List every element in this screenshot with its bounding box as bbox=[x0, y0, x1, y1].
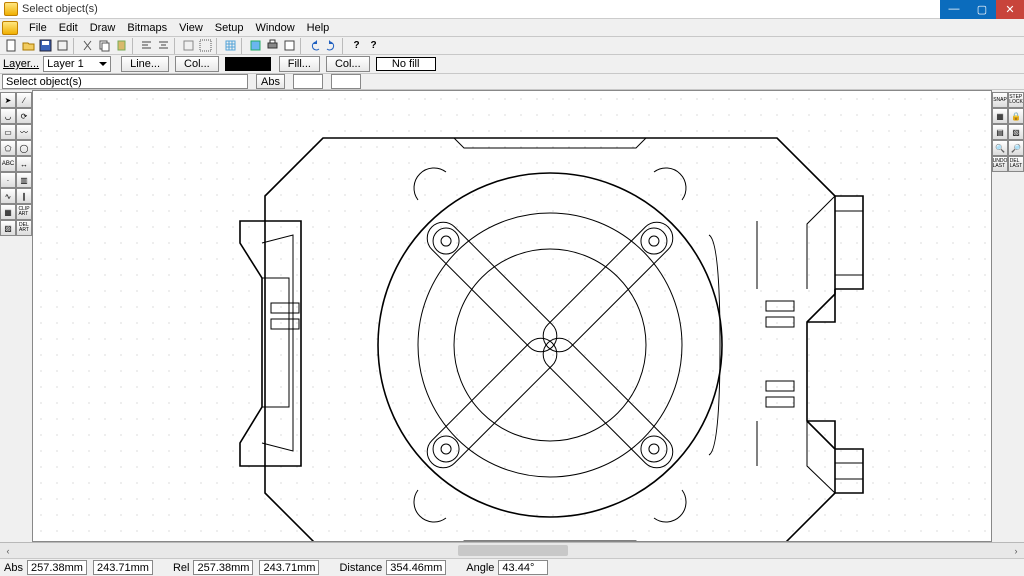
misc-tool[interactable]: ▨ bbox=[0, 220, 16, 236]
layer-combo[interactable]: Layer 1 bbox=[43, 56, 111, 72]
scroll-thumb[interactable] bbox=[458, 545, 568, 556]
nofill-label: No fill bbox=[392, 58, 420, 70]
left-toolbox: ➤∕ ◡⟳ ▭〰 ⬠◯ ABC↔ ·▥ ∿∥ ▦CLIP ART ▨DEL AR… bbox=[0, 90, 32, 542]
status-line: Abs bbox=[0, 74, 1024, 90]
bottom-statusbar: Abs 257.38mm 243.71mm Rel 257.38mm 243.7… bbox=[0, 558, 1024, 576]
menu-edit[interactable]: Edit bbox=[53, 22, 84, 34]
step-lock-toggle[interactable]: STEP LOCK bbox=[1008, 92, 1024, 108]
line-color-swatch[interactable] bbox=[225, 57, 271, 71]
clipart-tool[interactable]: CLIP ART bbox=[16, 204, 32, 220]
right-toolbox: SNAPSTEP LOCK ▦🔒 ▤▧ 🔍🔎 UNDO LASTDEL LAST bbox=[992, 90, 1024, 542]
copy-button[interactable] bbox=[96, 38, 113, 54]
import-button[interactable] bbox=[54, 38, 71, 54]
main-toolbar: ? ? bbox=[0, 37, 1024, 55]
hatch-tool[interactable]: ▦ bbox=[0, 204, 16, 220]
layer-combo-value: Layer 1 bbox=[47, 58, 84, 70]
layers-tool[interactable]: ▤ bbox=[992, 124, 1008, 140]
layer-label[interactable]: Layer... bbox=[3, 58, 43, 70]
preview-button[interactable] bbox=[281, 38, 298, 54]
print-button[interactable] bbox=[264, 38, 281, 54]
parallel-tool[interactable]: ∥ bbox=[16, 188, 32, 204]
paste-button[interactable] bbox=[113, 38, 130, 54]
fill-button[interactable]: Fill... bbox=[279, 56, 320, 72]
window-title: Select object(s) bbox=[22, 3, 940, 15]
minimize-button[interactable]: — bbox=[940, 0, 968, 19]
new-button[interactable] bbox=[3, 38, 20, 54]
lock-tool[interactable]: 🔒 bbox=[1008, 108, 1024, 124]
refresh-tool[interactable]: ⟳ bbox=[16, 108, 32, 124]
snap-button[interactable] bbox=[180, 38, 197, 54]
scroll-right-arrow[interactable]: › bbox=[1008, 543, 1024, 559]
rect-tool[interactable]: ▭ bbox=[0, 124, 16, 140]
line-tool[interactable]: ∕ bbox=[16, 92, 32, 108]
grid-button[interactable] bbox=[222, 38, 239, 54]
align-center-button[interactable] bbox=[155, 38, 172, 54]
app-icon bbox=[4, 2, 18, 16]
menu-view[interactable]: View bbox=[173, 22, 209, 34]
abs-label: Abs bbox=[4, 562, 23, 574]
spline-tool[interactable]: ∿ bbox=[0, 188, 16, 204]
drawing-svg bbox=[33, 91, 992, 542]
save-button[interactable] bbox=[37, 38, 54, 54]
library-button[interactable] bbox=[247, 38, 264, 54]
angle-value: 43.44° bbox=[498, 560, 548, 575]
maximize-button[interactable]: ▢ bbox=[968, 0, 996, 19]
select-all-button[interactable] bbox=[197, 38, 214, 54]
redo-button[interactable] bbox=[323, 38, 340, 54]
scroll-left-arrow[interactable]: ‹ bbox=[0, 543, 16, 559]
coord-y-readout bbox=[331, 74, 361, 89]
arc-tool[interactable]: ◡ bbox=[0, 108, 16, 124]
close-button[interactable]: ✕ bbox=[996, 0, 1024, 19]
menu-window[interactable]: Window bbox=[250, 22, 301, 34]
menu-draw[interactable]: Draw bbox=[84, 22, 122, 34]
abs-x: 257.38mm bbox=[27, 560, 87, 575]
point-tool[interactable]: · bbox=[0, 172, 16, 188]
menu-setup[interactable]: Setup bbox=[209, 22, 250, 34]
delart-tool[interactable]: DEL ART bbox=[16, 220, 32, 236]
bitmap-tool[interactable]: ▥ bbox=[16, 172, 32, 188]
coord-x-readout bbox=[293, 74, 323, 89]
undo-last-tool[interactable]: UNDO LAST bbox=[992, 156, 1008, 172]
fill-color-button[interactable]: Col... bbox=[326, 56, 370, 72]
grid-lock-tool[interactable]: ▦ bbox=[992, 108, 1008, 124]
text-tool[interactable]: ABC bbox=[0, 156, 16, 172]
rel-y: 243.71mm bbox=[259, 560, 319, 575]
fill-color-swatch[interactable]: No fill bbox=[376, 57, 436, 71]
polyline-tool[interactable]: 〰 bbox=[16, 124, 32, 140]
line-button[interactable]: Line... bbox=[121, 56, 169, 72]
zoom-in-tool[interactable]: 🔎 bbox=[1008, 140, 1024, 156]
pointer-tool[interactable]: ➤ bbox=[0, 92, 16, 108]
menu-bitmaps[interactable]: Bitmaps bbox=[121, 22, 173, 34]
menubar: File Edit Draw Bitmaps View Setup Window… bbox=[0, 19, 1024, 37]
prompt-input[interactable] bbox=[2, 74, 248, 89]
align-left-button[interactable] bbox=[138, 38, 155, 54]
titlebar: Select object(s) — ▢ ✕ bbox=[0, 0, 1024, 19]
polygon-tool[interactable]: ⬠ bbox=[0, 140, 16, 156]
ellipse-tool[interactable]: ◯ bbox=[16, 140, 32, 156]
menu-file[interactable]: File bbox=[23, 22, 53, 34]
distance-value: 354.46mm bbox=[386, 560, 446, 575]
layers2-tool[interactable]: ▧ bbox=[1008, 124, 1024, 140]
context-help-button[interactable]: ? bbox=[348, 38, 365, 54]
abs-y: 243.71mm bbox=[93, 560, 153, 575]
rel-x: 257.38mm bbox=[193, 560, 253, 575]
properties-toolbar: Layer... Layer 1 Line... Col... Fill... … bbox=[0, 55, 1024, 74]
rel-label: Rel bbox=[173, 562, 190, 574]
line-color-button[interactable]: Col... bbox=[175, 56, 219, 72]
undo-button[interactable] bbox=[306, 38, 323, 54]
cut-button[interactable] bbox=[79, 38, 96, 54]
distance-label: Distance bbox=[339, 562, 382, 574]
dimension-tool[interactable]: ↔ bbox=[16, 156, 32, 172]
del-last-tool[interactable]: DEL LAST bbox=[1008, 156, 1024, 172]
app-menu-icon[interactable] bbox=[2, 21, 18, 35]
angle-label: Angle bbox=[466, 562, 494, 574]
open-button[interactable] bbox=[20, 38, 37, 54]
snap-toggle[interactable]: SNAP bbox=[992, 92, 1008, 108]
zoom-out-tool[interactable]: 🔍 bbox=[992, 140, 1008, 156]
abs-button[interactable]: Abs bbox=[256, 74, 285, 89]
help-button[interactable]: ? bbox=[365, 38, 382, 54]
menu-help[interactable]: Help bbox=[301, 22, 336, 34]
horizontal-scrollbar[interactable]: ‹ › bbox=[0, 542, 1024, 558]
drawing-canvas[interactable] bbox=[32, 90, 992, 542]
